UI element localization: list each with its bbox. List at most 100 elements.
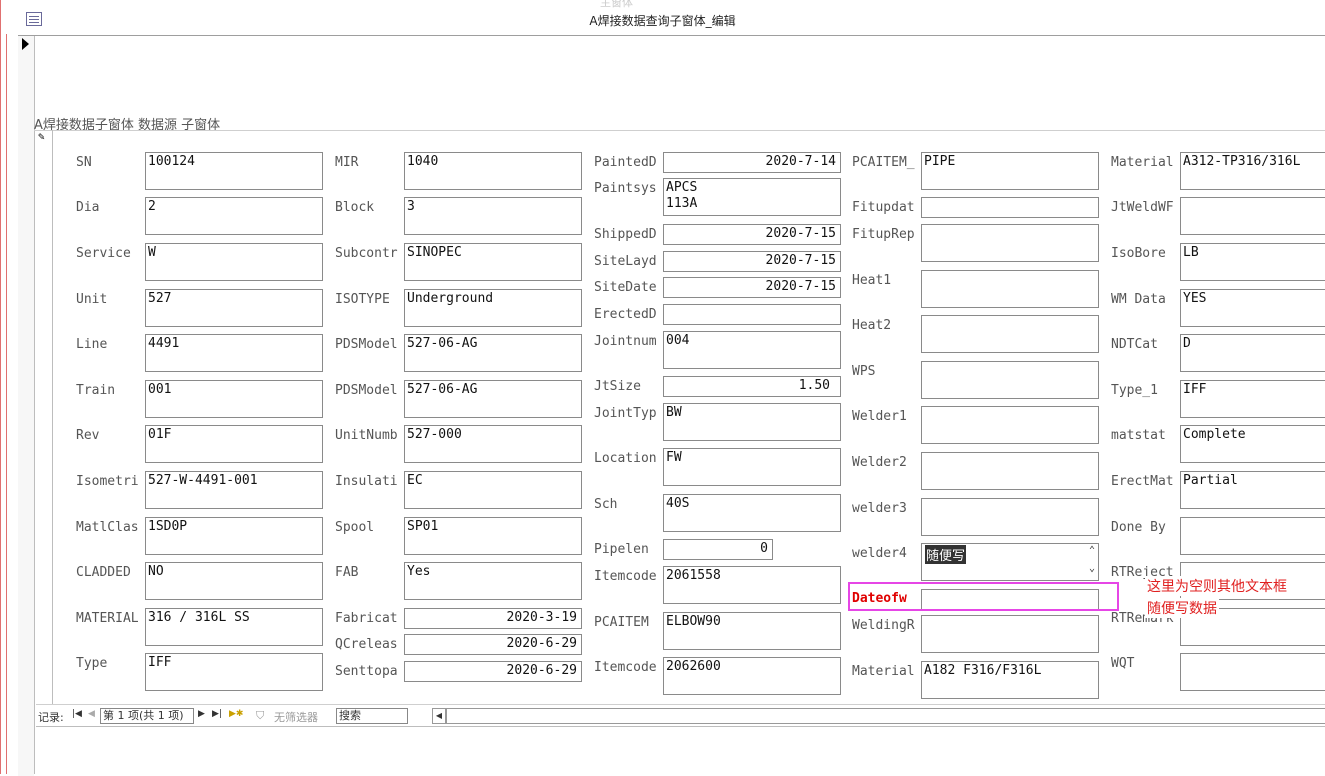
record-selector[interactable] (18, 36, 34, 776)
label-type-1: Type_1 (1111, 383, 1158, 398)
label-shippedd: ShippedD (594, 227, 657, 242)
field-pipelen[interactable]: 0 (663, 539, 773, 560)
field-itemcode-1[interactable]: 2061558 (663, 566, 841, 604)
field-fab[interactable]: Yes (404, 562, 582, 600)
field-senttopa[interactable]: 2020-6-29 (404, 661, 582, 682)
new-record-icon[interactable]: ▶✱ (229, 709, 243, 719)
field-welder3[interactable] (921, 498, 1099, 536)
field-matlclas[interactable]: 1SD0P (145, 517, 323, 555)
field-material-3[interactable]: A182 F316/F316L (921, 661, 1099, 699)
label-material: MATERIAL (76, 611, 139, 626)
field-unitnumb[interactable]: 527-000 (404, 425, 582, 463)
field-qcreleas[interactable]: 2020-6-29 (404, 634, 582, 655)
label-pipelen: Pipelen (594, 542, 649, 557)
field-block[interactable]: 3 (404, 197, 582, 235)
field-jtweldwf[interactable] (1180, 197, 1325, 235)
field-itemcode-2[interactable]: 2062600 (663, 657, 841, 695)
field-erectmat[interactable]: Partial (1180, 471, 1325, 509)
label-sitelayd: SiteLayd (594, 254, 657, 269)
edit-pencil-icon: ✎ (38, 130, 45, 143)
record-navigation-bar: 记录: |◀ ◀ 第 1 项(共 1 项) ▶ ▶| ▶✱ ⛉ 无筛选器 搜索 … (36, 704, 1325, 727)
field-sitedate[interactable]: 2020-7-15 (663, 277, 841, 298)
field-shippedd[interactable]: 2020-7-15 (663, 224, 841, 245)
field-paintedd[interactable]: 2020-7-14 (663, 152, 841, 173)
label-fab: FAB (335, 565, 359, 580)
field-fituprep[interactable] (921, 224, 1099, 262)
field-isobore[interactable]: LB (1180, 243, 1325, 281)
field-spool[interactable]: SP01 (404, 517, 582, 555)
field-heat1[interactable] (921, 270, 1099, 308)
field-service[interactable]: W (145, 243, 323, 281)
field-pdsmodel-1[interactable]: 527-06-AG (404, 334, 582, 372)
field-jointtyp[interactable]: BW (663, 403, 841, 441)
label-erectmat: ErectMat (1111, 474, 1174, 489)
scroll-down-icon[interactable]: ⌄ (1089, 563, 1095, 574)
field-fabricat[interactable]: 2020-3-19 (404, 608, 582, 629)
label-material-2: Material (1111, 155, 1174, 170)
first-record-icon[interactable]: |◀ (72, 709, 82, 719)
field-isotype[interactable]: Underground (404, 289, 582, 327)
field-welder2[interactable] (921, 452, 1099, 490)
label-insulati: Insulati (335, 474, 398, 489)
label-type: Type (76, 656, 108, 671)
field-fitupdat[interactable] (921, 197, 1099, 218)
field-erectedd[interactable] (663, 304, 841, 325)
label-sitedate: SiteDate (594, 280, 657, 295)
field-welder1[interactable] (921, 406, 1099, 444)
scroll-left-icon[interactable]: ◀ (432, 708, 446, 724)
horizontal-scrollbar[interactable] (446, 708, 1325, 724)
label-fituprep: FitupRep (852, 227, 915, 242)
no-filter-button[interactable]: 无筛选器 (274, 709, 318, 725)
field-sitelayd[interactable]: 2020-7-15 (663, 251, 841, 272)
field-wps[interactable] (921, 361, 1099, 399)
field-rev[interactable]: 01F (145, 425, 323, 463)
label-block: Block (335, 200, 375, 215)
next-record-icon[interactable]: ▶ (198, 709, 205, 719)
label-cladded: CLADDED (76, 565, 131, 580)
label-line: Line (76, 337, 108, 352)
field-subcontr[interactable]: SINOPEC (404, 243, 582, 281)
label-welder2: Welder2 (852, 455, 907, 470)
field-paintsys[interactable]: APCS 113A (663, 178, 841, 216)
field-ndtcat[interactable]: D (1180, 334, 1325, 372)
field-matstat[interactable]: Complete (1180, 425, 1325, 463)
field-type-1[interactable]: IFF (1180, 380, 1325, 418)
label-unit: Unit (76, 292, 108, 307)
last-record-icon[interactable]: ▶| (212, 709, 222, 719)
label-fitupdat: Fitupdat (852, 200, 915, 215)
field-wqt[interactable] (1180, 653, 1325, 691)
field-jointnum[interactable]: 004 (663, 331, 841, 369)
field-unit[interactable]: 527 (145, 289, 323, 327)
field-done-by[interactable] (1180, 517, 1325, 555)
field-dia[interactable]: 2 (145, 197, 323, 235)
label-spool: Spool (335, 520, 375, 535)
field-sn[interactable]: 100124 (145, 152, 323, 190)
field-sch[interactable]: 40S (663, 494, 841, 532)
field-material[interactable]: 316 / 316L SS (145, 608, 323, 646)
field-isometri[interactable]: 527-W-4491-001 (145, 471, 323, 509)
field-weldingr[interactable] (921, 615, 1099, 653)
field-pdsmodel-2[interactable]: 527-06-AG (404, 380, 582, 418)
field-heat2[interactable] (921, 315, 1099, 353)
field-material-2[interactable]: A312-TP316/316L (1180, 152, 1325, 190)
field-welder4[interactable]: 随便写 ⌃ ⌄ (921, 543, 1099, 581)
field-train[interactable]: 001 (145, 380, 323, 418)
field-mir[interactable]: 1040 (404, 152, 582, 190)
label-train: Train (76, 383, 116, 398)
current-record-field[interactable]: 第 1 项(共 1 项) (100, 708, 194, 724)
field-cladded[interactable]: NO (145, 562, 323, 600)
field-pcaitem[interactable]: ELBOW90 (663, 612, 841, 650)
field-line[interactable]: 4491 (145, 334, 323, 372)
field-type[interactable]: IFF (145, 653, 323, 691)
field-wm-data[interactable]: YES (1180, 289, 1325, 327)
previous-record-icon[interactable]: ◀ (88, 709, 95, 719)
search-box[interactable]: 搜索 (336, 708, 408, 724)
label-pdsmodel-2: PDSModel (335, 383, 398, 398)
field-location[interactable]: FW (663, 448, 841, 486)
field-jtsize[interactable]: 1.50 (663, 376, 841, 397)
filter-icon[interactable]: ⛉ (256, 709, 264, 723)
field-pcaitem-underscore[interactable]: PIPE (921, 152, 1099, 190)
label-material-3: Material (852, 664, 915, 679)
scroll-up-icon[interactable]: ⌃ (1089, 545, 1095, 556)
field-insulati[interactable]: EC (404, 471, 582, 509)
